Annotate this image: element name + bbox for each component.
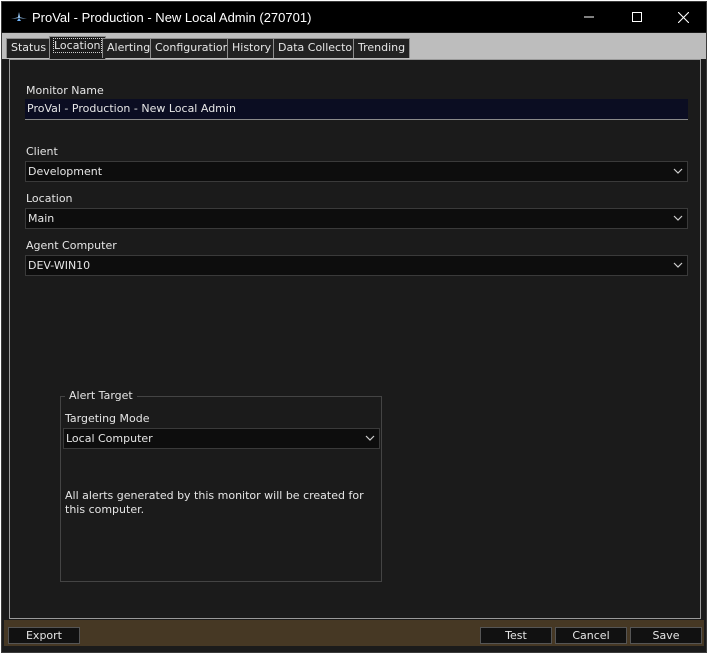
app-icon: [11, 12, 27, 21]
client-label: Client: [26, 145, 58, 158]
targeting-mode-select[interactable]: Local Computer: [63, 428, 380, 449]
alert-target-title: Alert Target: [65, 389, 137, 402]
location-value: Main: [28, 212, 55, 225]
maximize-button[interactable]: [614, 2, 660, 32]
tab-strip: Status Location Alerting Configuration H…: [2, 33, 706, 59]
maximize-icon: [632, 12, 642, 22]
tab-location[interactable]: Location: [49, 36, 106, 59]
targeting-mode-value: Local Computer: [66, 432, 153, 445]
location-panel: Monitor Name ProVal - Production - New L…: [9, 59, 701, 619]
client-select[interactable]: Development: [25, 161, 688, 182]
minimize-icon: [584, 16, 594, 18]
title-bar: ProVal - Production - New Local Admin (2…: [2, 2, 706, 32]
tab-trending[interactable]: Trending: [353, 38, 411, 58]
tab-status[interactable]: Status: [6, 38, 52, 58]
alert-target-group: Alert Target Targeting Mode Local Comput…: [60, 389, 382, 582]
location-select[interactable]: Main: [25, 208, 688, 229]
agent-computer-select[interactable]: DEV-WIN10: [25, 255, 688, 276]
save-button[interactable]: Save: [630, 627, 702, 644]
location-label: Location: [26, 192, 73, 205]
chevron-down-icon: [673, 215, 683, 221]
monitor-name-field[interactable]: ProVal - Production - New Local Admin: [25, 99, 688, 120]
cancel-button[interactable]: Cancel: [555, 627, 627, 644]
tab-alerting[interactable]: Alerting: [102, 38, 156, 58]
alert-target-note: All alerts generated by this monitor wil…: [65, 489, 364, 516]
button-bar: Export Test Cancel Save: [4, 620, 704, 646]
agent-computer-value: DEV-WIN10: [28, 259, 91, 272]
window-title: ProVal - Production - New Local Admin (2…: [32, 10, 312, 25]
client-value: Development: [28, 165, 103, 178]
tab-configuration[interactable]: Configuration: [150, 38, 235, 58]
tab-history[interactable]: History: [227, 38, 277, 58]
chevron-down-icon: [673, 168, 683, 174]
chevron-down-icon: [673, 262, 683, 268]
monitor-window: ProVal - Production - New Local Admin (2…: [1, 1, 707, 653]
targeting-mode-label: Targeting Mode: [65, 412, 150, 425]
agent-computer-label: Agent Computer: [26, 239, 117, 252]
close-button[interactable]: [660, 2, 706, 32]
chevron-down-icon: [365, 435, 375, 441]
minimize-button[interactable]: [566, 2, 612, 32]
export-button[interactable]: Export: [8, 627, 80, 644]
test-button[interactable]: Test: [480, 627, 552, 644]
monitor-name-label: Monitor Name: [26, 84, 104, 97]
close-icon: [677, 11, 689, 23]
tab-data-collector[interactable]: Data Collector: [273, 38, 362, 58]
